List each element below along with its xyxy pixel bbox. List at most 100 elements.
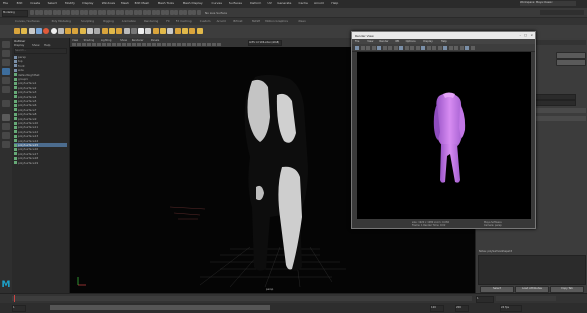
viewport-toolbar-icon[interactable] (197, 42, 201, 46)
workspace-selector[interactable]: Workspace: Maya Classic (520, 1, 576, 6)
menu-edit-mesh[interactable]: Edit Mesh (135, 1, 150, 5)
viewport-menu-view[interactable]: View (72, 39, 78, 42)
status-tool-icon[interactable] (187, 10, 192, 15)
viewport-toolbar-icon[interactable] (162, 42, 166, 46)
status-tool-icon[interactable] (124, 10, 129, 15)
mode-selector[interactable]: Modeling (2, 10, 28, 17)
move-tool-icon[interactable] (2, 68, 10, 75)
timeline-track[interactable] (12, 296, 472, 301)
outliner-item[interactable]: top (14, 59, 67, 63)
viewport-toolbar-icon[interactable] (107, 42, 111, 46)
status-tool-icon[interactable] (165, 10, 169, 15)
status-tool-icon[interactable] (174, 10, 178, 15)
render-toolbar-icon[interactable] (371, 45, 376, 50)
menu-display[interactable]: Display (82, 1, 93, 5)
outliner-menu-help[interactable]: Help (44, 43, 50, 47)
render-toolbar-icon[interactable] (454, 45, 458, 50)
viewport-toolbar-icon[interactable] (167, 42, 171, 46)
menu-help[interactable]: Help (331, 1, 338, 5)
shelf-tool-icon[interactable] (50, 28, 57, 34)
shelf-tool-icon[interactable] (21, 28, 28, 34)
outliner-item[interactable]: persp (14, 55, 67, 59)
viewport-menu-shading[interactable]: Shading (84, 39, 95, 42)
shelf-tool-icon[interactable] (35, 28, 42, 34)
shelf-tool-icon[interactable] (189, 28, 196, 34)
shelf-tool-icon[interactable] (167, 28, 174, 34)
render-view-menu-options[interactable]: Options (406, 40, 416, 43)
shelf-tab-bifrost[interactable]: Bifrost (233, 19, 242, 23)
render-toolbar-icon[interactable] (360, 45, 365, 50)
status-tool-icon[interactable] (102, 10, 106, 15)
range-end-field[interactable]: 120 (430, 305, 444, 312)
playback-controls[interactable] (496, 296, 556, 301)
shelf-tool-icon[interactable] (65, 28, 72, 34)
viewport-toolbar-icon[interactable] (127, 42, 131, 46)
shelf-tab-rendering[interactable]: Rendering (144, 19, 158, 23)
shelf-tool-icon[interactable] (72, 28, 79, 34)
status-tool-icon[interactable] (183, 10, 187, 15)
status-tool-icon[interactable] (66, 10, 70, 15)
viewport-menu-lighting[interactable]: Lighting (101, 39, 111, 42)
shelf-tab-fx-caching[interactable]: FX Caching (176, 19, 192, 23)
render-toolbar-icon[interactable] (410, 45, 414, 50)
status-tool-icon[interactable] (160, 10, 165, 15)
viewport-toolbar-icon[interactable] (97, 42, 101, 46)
outliner-item[interactable]: polySurface16 (14, 147, 67, 151)
menu-create[interactable]: Create (30, 1, 40, 5)
render-toolbar-icon[interactable] (366, 45, 370, 50)
status-tool-icon[interactable] (43, 10, 48, 15)
outliner-search-input[interactable]: Search... (14, 48, 67, 54)
shelf-tab-arnold[interactable]: Arnold (217, 19, 226, 23)
viewport-menu-panels[interactable]: Panels (151, 39, 159, 42)
shelf-tool-icon[interactable] (181, 28, 188, 34)
shelf-tool-icon[interactable] (196, 28, 203, 34)
render-toolbar-icon[interactable] (355, 45, 359, 50)
status-tool-icon[interactable] (106, 10, 111, 15)
color-space-selector[interactable]: ACES 1.0 SDR-video (sRGB) (248, 40, 282, 46)
outliner-item[interactable]: polySurface7 (14, 108, 67, 112)
range-start-field[interactable]: 1 (12, 305, 26, 312)
shelf-tool-icon[interactable] (116, 28, 123, 34)
status-tool-icon[interactable] (57, 10, 61, 15)
outliner-menu-display[interactable]: Display (14, 43, 24, 47)
shelf-tab-sculpting[interactable]: Sculpting (81, 19, 94, 23)
render-toolbar-icon[interactable] (421, 45, 425, 50)
status-tool-icon[interactable] (79, 10, 84, 15)
render-toolbar-icon[interactable] (437, 45, 442, 50)
status-tool-icon[interactable] (115, 10, 120, 15)
outliner-item[interactable]: polySurface18 (14, 156, 67, 160)
current-frame-field[interactable]: 1 (476, 296, 494, 303)
outliner-item[interactable]: polySurface12 (14, 130, 67, 134)
render-toolbar-icon[interactable] (404, 45, 409, 50)
viewport-toolbar-icon[interactable] (217, 42, 221, 46)
maximize-icon[interactable]: □ (524, 33, 527, 37)
status-tool-icon[interactable] (88, 10, 93, 15)
shelf-tab-mash[interactable]: MASH (252, 19, 260, 23)
viewport-toolbar-icon[interactable] (157, 42, 161, 46)
outliner-item[interactable]: polySurface19 (14, 161, 67, 165)
menu-edit[interactable]: Edit (17, 1, 23, 5)
status-tool-icon[interactable] (129, 10, 133, 15)
attribute-focus-button[interactable] (556, 52, 586, 59)
shelf-tool-icon[interactable] (138, 28, 145, 34)
shelf-tab-rigging[interactable]: Rigging (103, 19, 114, 23)
viewport-menu-renderer[interactable]: Renderer (132, 39, 144, 42)
outliner-item[interactable]: polySurface10 (14, 121, 67, 125)
outliner-item[interactable]: polySurface11 (14, 125, 67, 129)
menu-mesh-display[interactable]: Mesh Display (183, 1, 203, 5)
menu-uv[interactable]: UV (268, 1, 272, 5)
shelf-tab-curves-surfaces[interactable]: Curves / Surfaces (15, 19, 40, 23)
status-tool-icon[interactable] (151, 10, 156, 15)
shelf-tool-icon[interactable] (145, 28, 152, 34)
render-toolbar-icon[interactable] (443, 45, 447, 50)
render-canvas[interactable] (357, 52, 531, 219)
render-view-menu-display[interactable]: Display (423, 40, 433, 43)
viewport-toolbar-icon[interactable] (212, 42, 216, 46)
shelf-tool-icon[interactable] (123, 28, 130, 34)
menu-file[interactable]: File (3, 1, 8, 5)
shelf-tab-poly-modeling[interactable]: Poly Modeling (52, 19, 71, 23)
notes-field[interactable] (478, 255, 586, 285)
outliner-menu-show[interactable]: Show (32, 43, 40, 47)
viewport-toolbar-icon[interactable] (192, 42, 196, 46)
render-toolbar-icon[interactable] (470, 45, 475, 50)
